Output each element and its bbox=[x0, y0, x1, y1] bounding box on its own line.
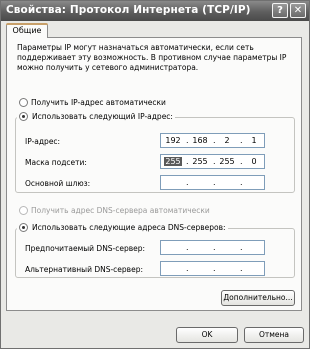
ip-address-field[interactable]: 192 . 168 . 2 . 1 bbox=[160, 133, 265, 148]
ip-manual-label: Использовать следующий IP-адрес: bbox=[32, 112, 173, 121]
subnet-mask-field[interactable]: 255 . 255 . 255 . 0 bbox=[160, 154, 265, 169]
intro-text: Параметры IP могут назначаться автоматич… bbox=[17, 43, 287, 72]
ip-auto-label: Получить IP-адрес автоматически bbox=[31, 98, 166, 107]
ip-manual-legend: Использовать следующий IP-адрес: bbox=[17, 112, 175, 121]
preferred-dns-field[interactable]: . . . bbox=[160, 240, 265, 255]
gateway-label: Основной шлюз: bbox=[25, 179, 91, 188]
title-bar: Свойства: Протокол Интернета (TCP/IP) ? … bbox=[1, 1, 309, 21]
preferred-dns-label: Предпочитаемый DNS-сервер: bbox=[25, 244, 146, 253]
ip-auto-radio[interactable] bbox=[19, 98, 28, 107]
ip-manual-radio[interactable] bbox=[19, 112, 28, 121]
help-button[interactable]: ? bbox=[272, 3, 288, 18]
ip-address-label: IP-адрес: bbox=[25, 137, 61, 146]
alternate-dns-field[interactable]: . . . bbox=[160, 261, 265, 276]
gateway-field[interactable]: . . . bbox=[160, 175, 265, 190]
alternate-dns-label: Альтернативный DNS-сервер: bbox=[25, 265, 144, 274]
dns-manual-radio[interactable] bbox=[19, 223, 28, 232]
ok-button[interactable]: OK bbox=[176, 327, 238, 343]
dns-manual-label: Использовать следующие адреса DNS-сервер… bbox=[32, 223, 226, 232]
dns-auto-radio[interactable] bbox=[19, 206, 28, 215]
tcpip-properties-dialog: Свойства: Протокол Интернета (TCP/IP) ? … bbox=[0, 0, 310, 349]
close-button[interactable]: ✕ bbox=[290, 3, 306, 18]
subnet-mask-label: Маска подсети: bbox=[25, 158, 87, 167]
dns-auto-label: Получить адрес DNS-сервера автоматически bbox=[31, 206, 210, 215]
tab-general[interactable]: Общие bbox=[6, 23, 48, 38]
dns-manual-legend: Использовать следующие адреса DNS-сервер… bbox=[17, 223, 228, 232]
advanced-button[interactable]: Дополнительно... bbox=[221, 290, 295, 306]
window-title: Свойства: Протокол Интернета (TCP/IP) bbox=[6, 4, 251, 16]
general-panel: Параметры IP могут назначаться автоматич… bbox=[6, 37, 302, 311]
cancel-button[interactable]: Отмена bbox=[244, 327, 304, 343]
